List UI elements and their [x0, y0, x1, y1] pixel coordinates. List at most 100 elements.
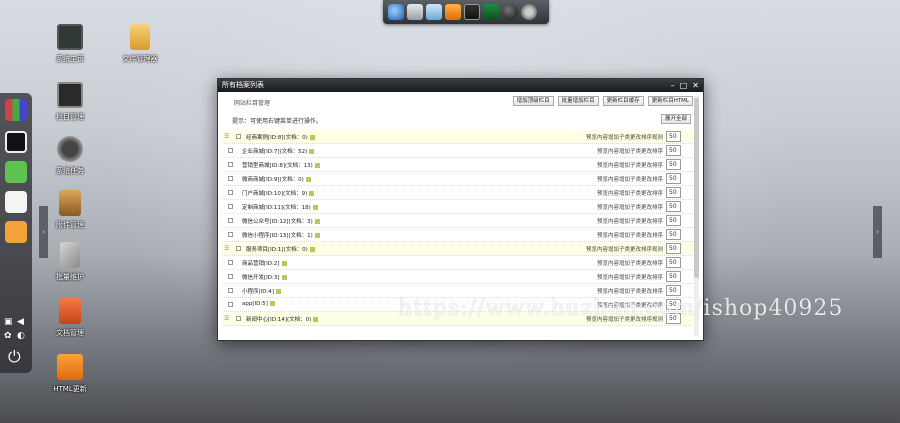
- notepad-icon[interactable]: [5, 131, 27, 153]
- minimize-icon[interactable]: –: [671, 79, 675, 92]
- photo-icon[interactable]: [464, 4, 480, 20]
- row-actions[interactable]: 预览内容增加子类更改排序: [597, 217, 663, 225]
- desktop-icon-batch[interactable]: 批量维护: [40, 242, 100, 282]
- sort-order-input[interactable]: 50: [666, 285, 681, 296]
- books-icon[interactable]: [5, 99, 27, 121]
- edit-icon[interactable]: [305, 177, 311, 182]
- row-actions[interactable]: 预览内容增加子类更改排序: [597, 259, 663, 267]
- row-actions[interactable]: 预览内容增加子类更改排序: [597, 189, 663, 197]
- column-name[interactable]: 微信公众号[ID:12](文档：3): [242, 217, 320, 225]
- theme-icon[interactable]: ◐: [17, 331, 25, 341]
- row-checkbox[interactable]: [236, 246, 241, 251]
- drag-handle-icon[interactable]: ☰: [224, 315, 229, 322]
- window-titlebar[interactable]: 所有档案列表 – □ ✕: [218, 79, 703, 92]
- column-name[interactable]: 微信小程序[ID:13](文档：1): [242, 231, 320, 239]
- gear-icon[interactable]: [521, 4, 537, 20]
- column-row[interactable]: 微信开发[ID:3] 预览内容增加子类更改排序 50: [222, 270, 693, 284]
- update-html-button[interactable]: 更新栏目HTML: [647, 96, 693, 106]
- column-row[interactable]: 微信公众号[ID:12](文档：3) 预览内容增加子类更改排序 50: [222, 214, 693, 228]
- sort-order-input[interactable]: 50: [666, 187, 681, 198]
- row-checkbox[interactable]: [228, 204, 233, 209]
- row-checkbox[interactable]: [228, 274, 233, 279]
- brush-icon[interactable]: [445, 4, 461, 20]
- drag-handle-icon[interactable]: ☰: [224, 245, 229, 252]
- sort-order-input[interactable]: 50: [666, 243, 681, 254]
- edit-icon[interactable]: [312, 205, 318, 210]
- row-checkbox[interactable]: [228, 260, 233, 265]
- notes-icon[interactable]: [5, 221, 27, 243]
- column-manage-link[interactable]: 网站栏目管理: [234, 98, 270, 107]
- column-name[interactable]: 定制商城[ID:11](文档：18): [242, 203, 318, 211]
- row-actions[interactable]: 预览内容增加子类更改排序: [597, 287, 663, 295]
- edit-icon[interactable]: [309, 191, 315, 196]
- column-name[interactable]: 小程序[ID:4]: [242, 287, 282, 295]
- column-name[interactable]: 服务项目[ID:1](文档：0): [246, 245, 315, 253]
- sort-order-input[interactable]: 50: [666, 271, 681, 282]
- row-checkbox[interactable]: [228, 302, 233, 307]
- column-name[interactable]: 企业商城[ID:7](文档：52): [242, 147, 315, 155]
- column-row[interactable]: 微信小程序[ID:13](文档：1) 预览内容增加子类更改排序 50: [222, 228, 693, 242]
- column-row[interactable]: 微商商城[ID:9](文档：0) 预览内容增加子类更改排序 50: [222, 172, 693, 186]
- edit-icon[interactable]: [309, 247, 315, 252]
- drag-handle-icon[interactable]: ☰: [224, 133, 229, 140]
- row-actions[interactable]: 预览内容增加子类更改排序: [597, 231, 663, 239]
- column-name[interactable]: 微信开发[ID:3]: [242, 273, 287, 281]
- row-actions[interactable]: 预览内容增加子类更改排序: [597, 273, 663, 281]
- drive-icon[interactable]: [5, 191, 27, 213]
- desktop-icon-tasks[interactable]: 系统任务: [40, 136, 100, 176]
- expand-all-button[interactable]: 展开全部: [660, 114, 691, 124]
- sort-order-input[interactable]: 50: [666, 159, 681, 170]
- row-actions[interactable]: 预览内容增加子类更改排序: [597, 161, 663, 169]
- row-checkbox[interactable]: [236, 316, 241, 321]
- desktop-icon-home[interactable]: 系统主页: [40, 24, 100, 64]
- row-checkbox[interactable]: [228, 190, 233, 195]
- edit-icon[interactable]: [281, 275, 287, 280]
- edit-icon[interactable]: [314, 219, 320, 224]
- row-checkbox[interactable]: [228, 148, 233, 153]
- row-checkbox[interactable]: [228, 288, 233, 293]
- scrollbar-thumb[interactable]: [694, 98, 699, 278]
- column-group-row[interactable]: ☰ 服务项目[ID:1](文档：0) 预览内容增加子类更改排序规则 50: [222, 242, 693, 256]
- column-name[interactable]: 营销型商城[ID:8](文档：13): [242, 161, 320, 169]
- row-actions[interactable]: 预览内容增加子类更改排序规则: [586, 245, 663, 253]
- column-name[interactable]: 经商案例[ID:8](文档：0): [246, 133, 315, 141]
- maximize-icon[interactable]: □: [680, 79, 688, 92]
- sort-order-input[interactable]: 50: [666, 145, 681, 156]
- desktop-icon-documents[interactable]: 文档管理: [40, 298, 100, 338]
- column-name[interactable]: 新闻中心[ID:14](文档：0): [246, 315, 319, 323]
- edit-icon[interactable]: [276, 289, 282, 294]
- left-panel-toggle[interactable]: ‹: [39, 206, 48, 258]
- row-actions[interactable]: 预览内容增加子类更改排序: [597, 175, 663, 183]
- settings-icon[interactable]: ✿: [4, 331, 12, 341]
- camera-icon[interactable]: [426, 4, 442, 20]
- network-icon[interactable]: [407, 4, 423, 20]
- ball-icon[interactable]: [502, 4, 518, 20]
- column-row[interactable]: 商品营销[ID:2] 预览内容增加子类更改排序 50: [222, 256, 693, 270]
- desktop-icon-columns[interactable]: 栏目管理: [40, 82, 100, 122]
- volume-icon[interactable]: ◀: [17, 317, 24, 327]
- edit-icon[interactable]: [281, 261, 287, 266]
- column-row[interactable]: 企业商城[ID:7](文档：52) 预览内容增加子类更改排序 50: [222, 144, 693, 158]
- sort-order-input[interactable]: 50: [666, 173, 681, 184]
- desktop-icon-file-manager[interactable]: 文件管理器: [110, 24, 170, 64]
- column-row[interactable]: 营销型商城[ID:8](文档：13) 预览内容增加子类更改排序 50: [222, 158, 693, 172]
- edit-icon[interactable]: [309, 149, 315, 154]
- sort-order-input[interactable]: 50: [666, 201, 681, 212]
- sort-order-input[interactable]: 50: [666, 131, 681, 142]
- sort-order-input[interactable]: 50: [666, 215, 681, 226]
- edit-icon[interactable]: [309, 135, 315, 140]
- row-actions[interactable]: 预览内容增加子类更改排序规则: [586, 133, 663, 141]
- update-cache-button[interactable]: 更新栏目缓存: [602, 96, 644, 106]
- column-row[interactable]: 门户商城[ID:10](文档：9) 预览内容增加子类更改排序 50: [222, 186, 693, 200]
- batch-add-column-button[interactable]: 批量增加栏目: [557, 96, 599, 106]
- edit-icon[interactable]: [314, 163, 320, 168]
- row-checkbox[interactable]: [228, 218, 233, 223]
- edit-icon[interactable]: [314, 233, 320, 238]
- row-checkbox[interactable]: [228, 176, 233, 181]
- window-icon[interactable]: ▣: [4, 317, 13, 327]
- chat-icon[interactable]: [5, 161, 27, 183]
- row-checkbox[interactable]: [228, 162, 233, 167]
- column-name[interactable]: 门户商城[ID:10](文档：9): [242, 189, 315, 197]
- column-row[interactable]: 定制商城[ID:11](文档：18) 预览内容增加子类更改排序 50: [222, 200, 693, 214]
- row-checkbox[interactable]: [228, 232, 233, 237]
